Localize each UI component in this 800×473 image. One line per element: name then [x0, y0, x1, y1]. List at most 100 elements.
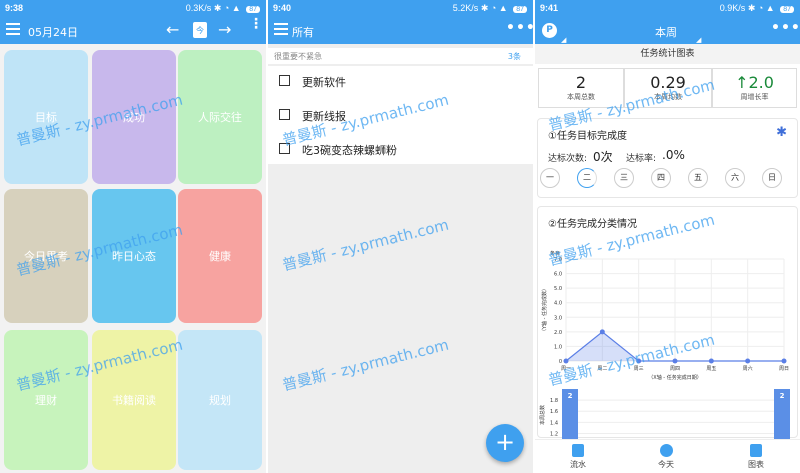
data-point — [563, 358, 569, 364]
menu-icon[interactable] — [6, 23, 20, 35]
bar-chart-icon — [750, 444, 762, 457]
nav-label: 流水 — [570, 460, 586, 469]
status-right: 5.2K/s ✱ ◔ ▲ 87 — [453, 3, 527, 14]
x-tick-label: 周四 — [670, 366, 680, 372]
y-tick-label: 5.0 — [554, 286, 562, 292]
more-icon[interactable]: ••• — [771, 20, 800, 36]
data-label: 2 — [780, 392, 785, 400]
task-title: 吃3碗变态辣螺蛳粉 — [302, 144, 397, 157]
star-icon — [659, 444, 673, 457]
weekday-3[interactable]: 三 — [614, 168, 634, 188]
status-time: 9:41 — [540, 3, 559, 13]
add-task-button[interactable]: + — [486, 424, 524, 462]
group-count: 3条 — [507, 52, 521, 61]
y-tick-label: 0 — [559, 359, 562, 365]
y-tick-label: 1.0 — [554, 344, 562, 350]
settings-gear-icon[interactable]: ✱ — [776, 125, 787, 140]
data-point — [781, 358, 787, 364]
weekday-4[interactable]: 四 — [651, 168, 671, 188]
weekday-1[interactable]: 一 — [540, 168, 560, 188]
data-point — [708, 358, 714, 364]
arrow-left-icon[interactable]: ← — [166, 20, 179, 39]
more-vert-icon[interactable]: ⋮ — [249, 17, 263, 31]
status-bar: 9:38 0.3K/s ✱ ◔ ▲ 87 — [0, 0, 266, 16]
weekday-7[interactable]: 日 — [762, 168, 782, 188]
category-tile[interactable]: 健康 — [178, 189, 262, 323]
y-axis-label: （Y轴 - 任务完成数） — [541, 286, 548, 334]
x-tick-label: 周六 — [743, 365, 753, 372]
bar-chart: 1.8 1.6 1.4 1.2 本周总数 2 2 — [539, 389, 790, 439]
battery: 87 — [246, 6, 260, 13]
checkbox[interactable] — [279, 109, 290, 120]
x-axis-label: （X轴 - 任务完成日期） — [648, 374, 701, 381]
app-bar: 9:40 5.2K/s ✱ ◔ ▲ 87 所有 ••• — [268, 0, 533, 44]
net-speed: 0.9K/s — [719, 3, 746, 13]
stat-card-growth: ↑2.0 周增长率 — [712, 68, 797, 108]
weekday-6[interactable]: 六 — [725, 168, 745, 188]
status-right: 0.3K/s ✱ ◔ ▲ 87 — [186, 3, 260, 14]
x-tick-label: 周日 — [779, 366, 789, 372]
category-tile[interactable]: 理财 — [4, 330, 88, 470]
date-title[interactable]: 05月24日 — [28, 24, 78, 40]
weekday-5[interactable]: 五 — [688, 168, 708, 188]
period-title: 本周 — [655, 26, 677, 39]
status-time: 9:40 — [273, 3, 292, 13]
app-bar: 9:41 0.9K/s ✱ ◔ ▲ 87 P ◢ 本周 ◢ ••• — [535, 0, 800, 44]
y-axis-label: 本周总数 — [539, 405, 546, 425]
rate-label: 达标率: — [626, 154, 657, 164]
list-title: 所有 — [292, 26, 314, 39]
tile-label: 理财 — [35, 394, 57, 407]
stat-value: ↑2.0 — [735, 73, 774, 92]
status-right: 0.9K/s ✱ ◔ ▲ 87 — [720, 3, 794, 14]
dropdown-icon[interactable]: ◢ — [696, 36, 701, 44]
app-logo-icon[interactable]: P — [542, 23, 557, 38]
reached-value: 0次 — [593, 150, 613, 164]
section-header: 任务统计图表 — [535, 44, 800, 64]
dropdown-icon[interactable]: ◢ — [561, 36, 566, 44]
tile-label: 人际交往 — [198, 111, 242, 124]
bottom-nav: 流水 今天 图表 — [535, 439, 800, 473]
net-speed: 0.3K/s — [185, 3, 212, 13]
group-label: 很重要不紧急 — [274, 52, 322, 61]
reached-label: 达标次数: — [548, 154, 588, 164]
menu-icon[interactable] — [274, 23, 288, 35]
y-tick-label: 2.0 — [554, 330, 562, 336]
data-label: 2 — [568, 392, 573, 400]
goal-section: ①任务目标完成度 ✱ 达标次数: 0次 达标率: .0% — [537, 118, 798, 198]
arrow-right-icon[interactable]: → — [218, 20, 231, 39]
checkbox[interactable] — [279, 75, 290, 86]
data-point — [599, 329, 605, 335]
stat-value: 2 — [575, 73, 587, 92]
rate-value: .0% — [662, 148, 685, 162]
y-tick-label: 3.0 — [554, 315, 562, 321]
nav-label: 图表 — [748, 460, 764, 469]
nav-chart[interactable]: 图表 — [731, 444, 781, 470]
task-item[interactable]: 更新软件 — [268, 66, 533, 96]
status-time: 9:38 — [5, 3, 24, 13]
stat-label: 周增长率 — [740, 93, 769, 101]
x-tick-label: 周五 — [706, 366, 716, 372]
tile-label: 规划 — [209, 394, 231, 407]
nav-label: 今天 — [658, 460, 674, 469]
nav-flow[interactable]: 流水 — [553, 444, 603, 470]
nav-today[interactable]: 今天 — [641, 444, 691, 470]
category-tile[interactable]: 规划 — [178, 330, 262, 470]
list-icon — [572, 444, 584, 457]
more-icon[interactable]: ••• — [506, 20, 533, 36]
weekday-2[interactable]: 二 — [577, 168, 597, 188]
y-tick-label: 1.4 — [550, 420, 558, 426]
status-bar: 9:41 0.9K/s ✱ ◔ ▲ 87 — [535, 0, 800, 16]
y-tick-label: 1.8 — [550, 398, 558, 404]
group-header[interactable]: 很重要不紧急 3条 — [268, 48, 533, 64]
status-bar: 9:40 5.2K/s ✱ ◔ ▲ 87 — [268, 0, 533, 16]
battery: 87 — [780, 6, 794, 13]
chart-title: ②任务完成分类情况 — [548, 219, 637, 230]
tile-label: 健康 — [209, 250, 231, 263]
calendar-icon[interactable]: 今 — [193, 22, 207, 38]
y-tick-label: 4.0 — [554, 301, 562, 307]
category-tile[interactable]: 人际交往 — [178, 50, 262, 184]
task-title: 更新软件 — [302, 76, 346, 89]
net-speed: 5.2K/s — [452, 3, 479, 13]
battery: 87 — [513, 6, 527, 13]
data-point — [745, 358, 751, 364]
